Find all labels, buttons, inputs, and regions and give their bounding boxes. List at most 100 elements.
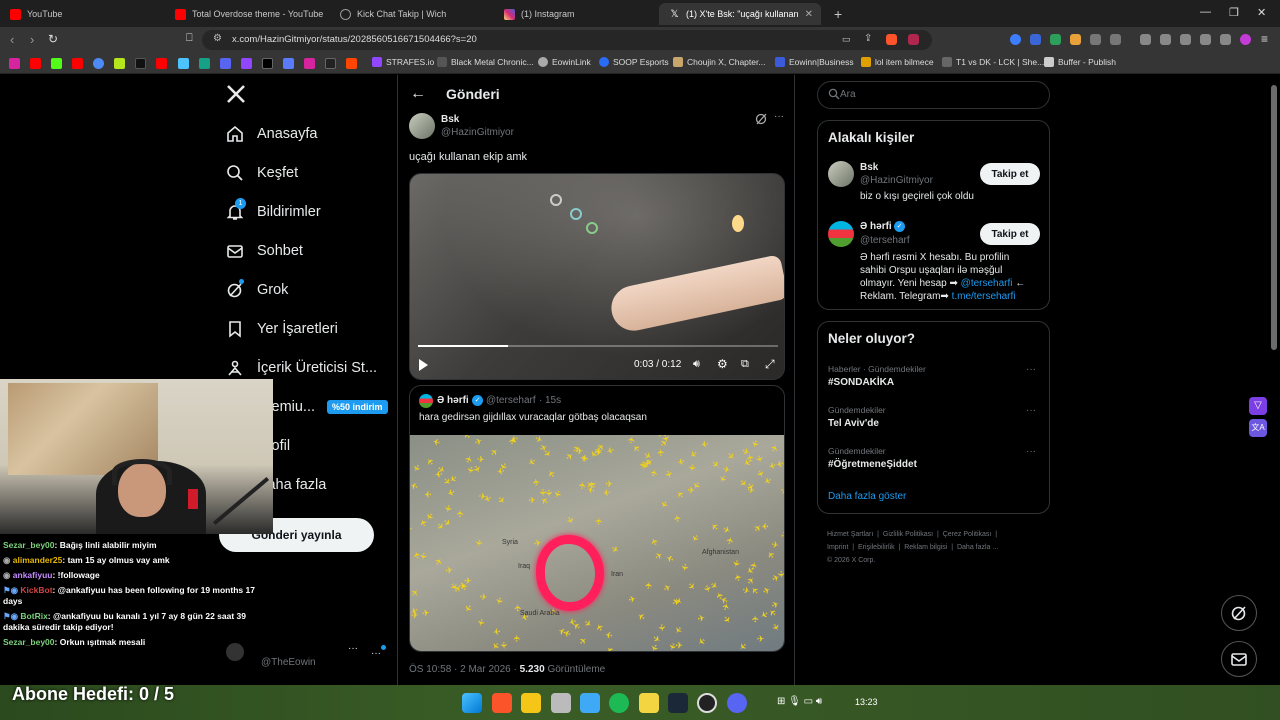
menu-icon[interactable]: ≡ (1261, 32, 1268, 46)
bookmark-icon[interactable] (9, 58, 20, 69)
footer-link[interactable]: Reklam bilgisi (904, 544, 947, 551)
discord-icon[interactable] (727, 693, 747, 713)
bookmark-lol-item[interactable]: lol item bilmece (861, 57, 934, 67)
brave-rewards-icon[interactable] (908, 34, 919, 45)
bookmark-icon[interactable] (178, 58, 189, 69)
tab-kick-chat[interactable]: Kick Chat Takip | Wich (330, 3, 495, 25)
person-handle[interactable]: @terseharf (860, 235, 910, 246)
new-tab-button[interactable]: + (824, 3, 844, 25)
nav-item-explore[interactable]: Keşfet (226, 164, 298, 182)
bookmark-icon[interactable] (241, 58, 252, 69)
nav-item-chat[interactable]: Sohbet (226, 242, 303, 260)
maximize-button[interactable]: ❐ (1229, 6, 1239, 19)
spotify-icon[interactable] (609, 693, 629, 713)
author-name[interactable]: Bsk (441, 114, 459, 125)
page-scrollbar[interactable] (1271, 85, 1277, 350)
bio-link[interactable]: t.me/terseharfi (952, 291, 1016, 302)
sticky-notes-icon[interactable] (639, 693, 659, 713)
trend-more-icon[interactable]: ··· (1026, 446, 1036, 457)
obs-icon[interactable] (697, 693, 717, 713)
show-more-link[interactable]: Daha fazla göster (828, 491, 906, 502)
bookmark-icon[interactable] (325, 58, 336, 69)
language-extension-icon[interactable]: 文A (1249, 419, 1267, 437)
extension-icon[interactable] (1050, 34, 1061, 45)
trend-more-icon[interactable]: ··· (1026, 364, 1036, 375)
start-icon[interactable] (462, 693, 482, 713)
video-progress-track[interactable] (418, 345, 778, 347)
back-icon[interactable]: ‹ (10, 32, 14, 47)
share-icon[interactable]: ⇪ (864, 33, 872, 44)
quote-author-name[interactable]: Ə hərfi (437, 395, 469, 406)
nav-item-bookmarks[interactable]: Yer İşaretleri (226, 320, 338, 338)
trend-name[interactable]: Tel Aviv'de (828, 418, 879, 429)
messages-float-button[interactable] (1221, 641, 1257, 677)
bookmark-icon[interactable] (346, 58, 357, 69)
bookmark-soop-esports[interactable]: SOOP Esports (599, 57, 669, 67)
nav-item-creator-studio[interactable]: İçerik Üreticisi St... (226, 359, 377, 377)
brave-taskbar-icon[interactable] (492, 693, 512, 713)
bookmark-black-metal[interactable]: Black Metal Chronic... (437, 57, 534, 67)
kick-bookmark-icon[interactable] (51, 58, 62, 69)
more-options-icon[interactable]: ··· (371, 648, 381, 659)
url-text[interactable]: x.com/HazinGitmiyor/status/2028560516671… (232, 34, 477, 45)
bookmark-icon[interactable] (199, 58, 210, 69)
bookmark-icon[interactable] (93, 58, 104, 69)
bookmark-strafes[interactable]: STRAFES.io (372, 57, 434, 67)
post-more-icon[interactable]: ··· (774, 111, 784, 122)
profile-avatar-icon[interactable] (1240, 34, 1251, 45)
bio-link[interactable]: @terseharfi (961, 278, 1013, 289)
nav-item-home[interactable]: Anasayfa (226, 125, 317, 143)
app-icon[interactable] (580, 693, 600, 713)
translate-extension-icon[interactable]: ▽ (1249, 397, 1267, 415)
system-clock[interactable]: 13:23 (855, 697, 878, 707)
bookmark-icon[interactable] (156, 58, 167, 69)
youtube-bookmark-icon[interactable] (30, 58, 41, 69)
settings-icon[interactable]: ⚙ (717, 357, 728, 371)
trend-name[interactable]: #SONDAKİKA (828, 377, 894, 388)
bookmark-t1-vs-dk[interactable]: T1 vs DK - LCK | She... (942, 57, 1044, 67)
person-handle[interactable]: @HazinGitmiyor (860, 175, 933, 186)
search-input[interactable]: Ara (817, 81, 1050, 109)
leo-ai-icon[interactable] (1200, 34, 1211, 45)
author-avatar[interactable] (409, 113, 435, 139)
forward-icon[interactable]: › (30, 32, 34, 47)
person-avatar[interactable] (828, 161, 854, 187)
nav-item-notifications[interactable]: 1 Bildirimler (226, 198, 321, 221)
file-explorer-icon[interactable] (521, 693, 541, 713)
bookmark-eowinlink[interactable]: EowinLink (538, 57, 591, 67)
footer-link[interactable]: Hizmet Şartları (827, 531, 873, 538)
footer-link[interactable]: Çerez Politikası (943, 531, 992, 538)
quote-avatar[interactable] (419, 394, 433, 408)
flight-map-image[interactable]: ✈ ✈ ✈ ✈ ✈ ✈ ✈ ✈ ✈ ✈ ✈ ✈ ✈ ✈ ✈ ✈ ✈ ✈ ✈ ✈ ✈ ✈ ✈ ✈ ✈ ✈ ✈ ✈ ✈ ✈ ✈ ✈ ✈ ✈ ✈ ✈ ✈ ✈ ✈ ✈… (410, 435, 784, 651)
fullscreen-icon[interactable]: ⤢ (765, 357, 775, 372)
volume-icon[interactable]: 🔊︎ (693, 358, 700, 371)
extension-icon[interactable] (1070, 34, 1081, 45)
play-icon[interactable] (419, 359, 428, 371)
bookmark-eowinn-business[interactable]: Eowinn|Business (775, 57, 854, 67)
close-window-button[interactable]: ✕ (1257, 6, 1266, 19)
tool-icon[interactable] (551, 693, 571, 713)
nav-item-grok[interactable]: Grok (226, 279, 288, 299)
cast-icon[interactable]: ▭ (842, 34, 851, 45)
person-name[interactable]: Ə hərfi (860, 221, 892, 232)
pip-icon[interactable]: ⧉ (741, 358, 749, 371)
follow-button[interactable]: Takip et (980, 223, 1040, 245)
follow-button[interactable]: Takip et (980, 163, 1040, 185)
bitwarden-icon[interactable] (1030, 34, 1041, 45)
quoted-post[interactable]: Ə hərfi ✓ @terseharf · 15s hara gedirsən… (409, 385, 785, 652)
tiktok-bookmark-icon[interactable] (135, 58, 146, 69)
tab-x-post[interactable]: 𝕏(1) X'te Bsk: "uçağı kullanan ekip✕ (659, 3, 821, 25)
site-settings-icon[interactable]: ⚙ (213, 33, 222, 44)
brave-shield-icon[interactable] (886, 34, 897, 45)
quote-author-handle[interactable]: @terseharf (486, 395, 536, 406)
media-icon[interactable] (1140, 34, 1151, 45)
bookmark-icon[interactable] (220, 58, 231, 69)
footer-link[interactable]: Daha fazla ... (957, 544, 998, 551)
url-bar[interactable]: ⚙ x.com/HazinGitmiyor/status/20285605166… (202, 30, 932, 50)
wallet-icon[interactable] (1180, 34, 1191, 45)
person-name[interactable]: Bsk (860, 162, 878, 173)
bookmark-page-icon[interactable]: ⎕ (186, 32, 193, 45)
grok-icon[interactable] (755, 112, 768, 125)
bookmark-icon[interactable] (114, 58, 125, 69)
extensions-puzzle-icon[interactable] (1090, 34, 1101, 45)
